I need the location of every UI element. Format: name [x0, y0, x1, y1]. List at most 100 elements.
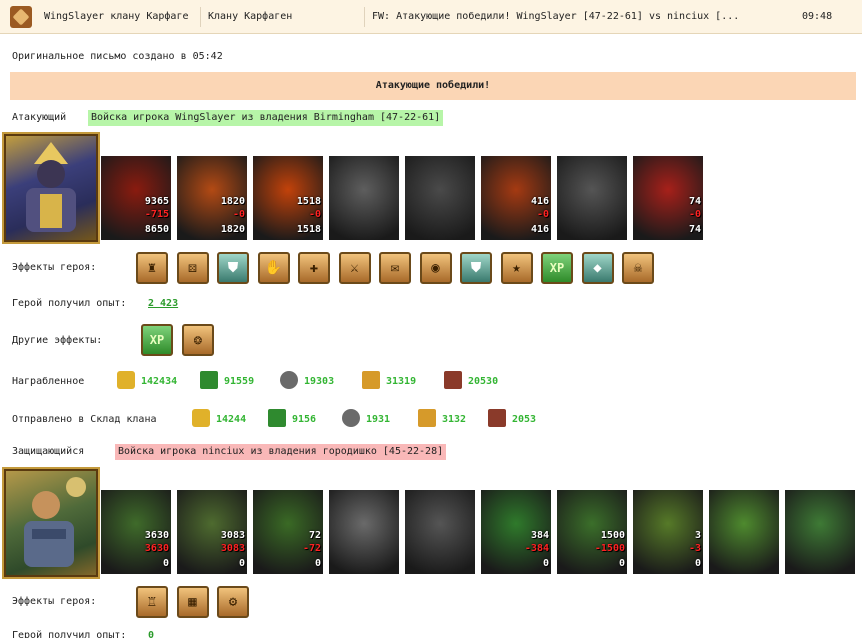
gold-bag-icon[interactable]: ❂ [182, 324, 214, 356]
defender-unit-druid[interactable]: 1500 -1500 0 [557, 490, 627, 574]
unit-count-mid: 3083 [220, 543, 245, 554]
unit-count-top: 3 [694, 530, 701, 541]
hero-figure-icon [26, 142, 76, 232]
ore-icon [342, 409, 360, 427]
defender-exp-label: Герой получил опыт: [12, 630, 127, 638]
resource-value: 19303 [304, 376, 335, 387]
defender-army-tag[interactable]: Войска игрока ninciux из владения городи… [115, 444, 447, 460]
skeleton-icon[interactable]: ☠ [622, 252, 654, 284]
unit-count-bot: 0 [542, 558, 549, 569]
unit-count-top: 384 [530, 530, 549, 541]
crystal-icon[interactable]: ◆ [581, 252, 614, 284]
message-header-bar[interactable]: WingSlayer клану Карфаге Клану Карфаген … [0, 0, 862, 34]
defender-hero-portrait[interactable] [2, 467, 100, 579]
helmet-icon[interactable]: ♜ [136, 252, 168, 284]
unit-count-mid: -72 [302, 543, 321, 554]
attacker-label: Атакующий [12, 112, 67, 123]
unit-count-mid: -0 [536, 209, 549, 220]
wheat-icon [362, 371, 380, 389]
gold-icon [192, 409, 210, 427]
bricks-icon [488, 409, 506, 427]
fort-icon[interactable]: ▦ [176, 586, 209, 618]
unit-count-top: 1820 [220, 196, 245, 207]
defender-unit-treant-tower[interactable] [785, 490, 855, 574]
clan-store-label: Отправлено в Склад клана [12, 414, 157, 425]
wheat-icon [418, 409, 436, 427]
attacker-unit-fire-lich[interactable]: 1820 -0 1820 [177, 156, 247, 240]
unit-count-top: 1500 [600, 530, 625, 541]
coin-icon[interactable]: ◉ [419, 252, 452, 284]
unit-count-top: 9365 [144, 196, 169, 207]
mail-icon [10, 6, 32, 28]
attacker-army-tag[interactable]: Войска игрока WingSlayer из владения Bir… [88, 110, 444, 126]
unit-count-bot: 1820 [220, 224, 245, 235]
unit-count-mid: 3630 [144, 543, 169, 554]
scroll-icon[interactable]: ✉ [379, 252, 411, 284]
attacker-effects-label: Эффекты героя: [12, 262, 97, 273]
subject: FW: Атакующие победили! WingSlayer [47-2… [372, 11, 740, 22]
defender-unit-dwarf[interactable]: 3630 3630 0 [101, 490, 171, 574]
defender-unit-gray-archer[interactable] [405, 490, 475, 574]
resource-value: 142434 [141, 376, 178, 387]
attacker-exp-label: Герой получил опыт: [12, 298, 127, 309]
xp-icon[interactable]: XP [541, 252, 573, 284]
wood-icon [268, 409, 286, 427]
unit-count-mid: -3 [688, 543, 701, 554]
defender-label: Защищающийся [12, 446, 85, 457]
resource-value: 14244 [216, 414, 247, 425]
attacker-unit-gray-demon[interactable] [329, 156, 399, 240]
defender-effects-label: Эффекты героя: [12, 596, 97, 607]
handshake-icon[interactable]: ✋ [257, 252, 290, 284]
recipient: Клану Карфаген [208, 11, 293, 22]
unit-count-bot: 0 [694, 558, 701, 569]
shield-green-icon[interactable]: ⛊ [460, 252, 492, 284]
divider [200, 7, 201, 27]
wood-icon [200, 371, 218, 389]
ore-icon [280, 371, 298, 389]
resource-value: 31319 [386, 376, 417, 387]
defender-unit-tower-orb[interactable] [709, 490, 779, 574]
defender-unit-gray-griffin[interactable] [329, 490, 399, 574]
unit-count-bot: 0 [238, 558, 245, 569]
attacker-unit-fire-dragon[interactable]: 9365 -715 8650 [101, 156, 171, 240]
shield-icon[interactable]: ⛊ [217, 252, 249, 284]
hero-figure-icon [24, 477, 86, 567]
attacker-hero-portrait[interactable] [2, 132, 100, 244]
unit-count-top: 74 [688, 196, 701, 207]
unit-count-bot: 1518 [296, 224, 321, 235]
unit-count-mid: -0 [688, 209, 701, 220]
attacker-exp-value[interactable]: 2 423 [148, 298, 178, 309]
catapult-icon[interactable]: ⚙ [217, 586, 249, 618]
defender-exp-value[interactable]: 0 [148, 630, 154, 638]
attacker-unit-fire-warrior[interactable]: 416 -0 416 [481, 156, 551, 240]
sender: WingSlayer клану Карфаге [44, 11, 189, 22]
defender-unit-elf-spearman[interactable]: 72 -72 0 [253, 490, 323, 574]
dice-icon[interactable]: ⚄ [176, 252, 209, 284]
attacker-unit-gray-knight[interactable] [557, 156, 627, 240]
attacker-unit-fire-mage[interactable]: 74 -0 74 [633, 156, 703, 240]
resource-value: 2053 [512, 414, 537, 425]
unit-count-mid: -1500 [594, 543, 625, 554]
resource-value: 91559 [224, 376, 255, 387]
unit-count-top: 3630 [144, 530, 169, 541]
defender-unit-dryad[interactable]: 384 -384 0 [481, 490, 551, 574]
resource-value: 9156 [292, 414, 317, 425]
attacker-unit-fire-beast[interactable]: 1518 -0 1518 [253, 156, 323, 240]
letter-created: Оригинальное письмо создано в 05:42 [12, 51, 223, 62]
banner-icon[interactable]: ✚ [298, 252, 330, 284]
castle-icon[interactable]: ♖ [136, 586, 168, 618]
xp-icon[interactable]: XP [141, 324, 173, 356]
xp-badge-icon[interactable]: ★ [500, 252, 533, 284]
divider [364, 7, 365, 27]
armor-icon[interactable]: ⚔ [338, 252, 371, 284]
unit-count-bot: 74 [688, 224, 701, 235]
unit-count-bot: 8650 [144, 224, 169, 235]
other-effects-label: Другие эффекты: [12, 335, 103, 346]
defender-unit-dwarf-warrior[interactable]: 3083 3083 0 [177, 490, 247, 574]
unit-count-bot: 0 [162, 558, 169, 569]
attacker-unit-gray-gargoyle[interactable] [405, 156, 475, 240]
unit-count-bot: 0 [314, 558, 321, 569]
unit-count-bot: 0 [618, 558, 625, 569]
unit-count-top: 72 [308, 530, 321, 541]
defender-unit-minotaur[interactable]: 3 -3 0 [633, 490, 703, 574]
